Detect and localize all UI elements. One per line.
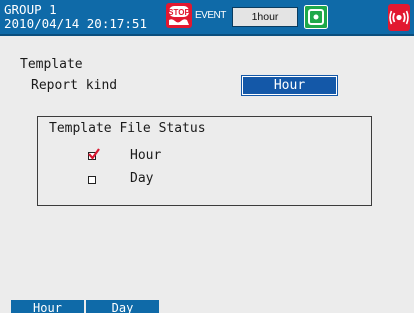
hour-status-checkbox <box>88 148 100 160</box>
group-info: GROUP 1 2010/04/14 20:17:51 <box>4 3 147 31</box>
status-bar: GROUP 1 2010/04/14 20:17:51 STOP EVENT 1… <box>0 0 414 36</box>
report-kind-field[interactable]: Hour <box>241 75 338 96</box>
event-label: EVENT <box>195 10 226 21</box>
interval-value: 1hour <box>232 7 298 27</box>
report-kind-label: Report kind <box>31 78 118 93</box>
softkey-day[interactable]: Day <box>86 300 159 313</box>
svg-text:STOP: STOP <box>168 8 190 17</box>
check-icon <box>88 148 100 160</box>
day-status-checkbox <box>88 176 96 184</box>
day-status-label: Day <box>130 171 154 186</box>
hour-status-label: Hour <box>130 148 162 163</box>
template-file-status-title: Template File Status <box>49 121 206 136</box>
memory-card-icon <box>304 5 328 29</box>
stop-icon: STOP <box>166 3 192 28</box>
template-heading: Template <box>20 57 83 72</box>
datetime: 2010/04/14 20:17:51 <box>4 16 147 31</box>
softkey-hour[interactable]: Hour <box>11 300 84 313</box>
group-name: GROUP 1 <box>4 2 57 17</box>
alarm-sound-icon <box>388 4 410 31</box>
